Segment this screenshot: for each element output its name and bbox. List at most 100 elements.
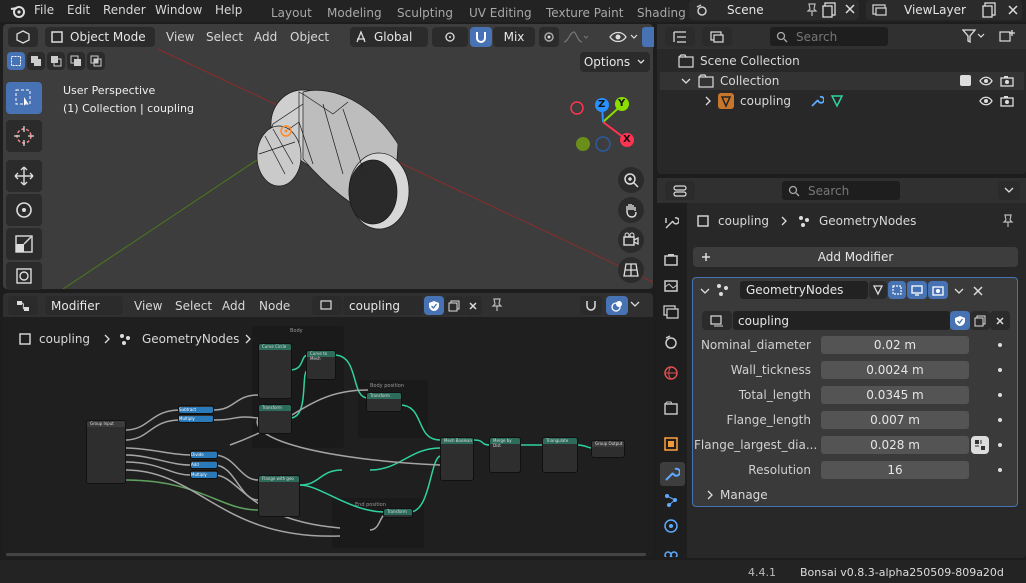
edit-mode-toggle[interactable] [869,281,887,299]
tab-output[interactable] [663,278,679,294]
node-flange-with-geo[interactable]: Flange with geo [258,475,300,517]
param-flange-length-field[interactable]: 0.007 m [821,411,969,429]
node-group-field[interactable]: coupling [733,311,950,330]
modifier-name-field[interactable]: GeometryNodes [740,281,868,299]
exclude-checkbox[interactable] [960,75,971,86]
pin-icon[interactable] [806,3,818,17]
view-layer-selector[interactable]: ViewLayer [866,0,1022,20]
output-icon [664,280,678,292]
node-group-input[interactable]: Group Input [86,420,126,484]
node-title-subtract: Subtract [179,407,213,413]
node-merge-by-distance[interactable]: Merge by Dist [489,437,521,473]
node-divide[interactable]: Divide [190,450,218,459]
param-total-length-field[interactable]: 0.0345 m [821,386,969,404]
param-wall-thickness-field[interactable]: 0.0024 m [821,361,969,379]
node-links [124,354,593,537]
node-triangulate[interactable]: Triangulate [542,437,578,473]
tab-world[interactable] [663,365,679,381]
node-multiply-2[interactable]: Multiply [190,470,218,479]
chevron-right-icon[interactable] [704,96,712,106]
outliner-search-input[interactable]: Search [770,27,888,46]
param-keyframe-dot[interactable] [998,443,1002,447]
param-resolution-field[interactable]: 16 [821,461,969,479]
tab-view-layer[interactable] [663,304,679,320]
geometry-nodes-icon [799,216,809,227]
node-transform-body[interactable]: Transform [258,404,292,434]
outliner-row-scene-collection[interactable]: Scene Collection [660,52,1024,70]
search-icon [776,31,788,42]
eye-icon[interactable] [979,75,993,87]
node-tree-icon [710,314,723,326]
properties-editor-type-button[interactable] [665,181,695,200]
filter-icon[interactable] [962,29,986,43]
tab-scene[interactable] [663,334,679,350]
chevron-down-icon[interactable] [681,76,691,86]
param-keyframe-dot[interactable] [998,393,1002,397]
properties-search-input[interactable]: Search [782,181,900,200]
on-cage-toggle[interactable] [888,281,906,299]
node-title-multiply-1: Multiply [179,416,213,422]
scene-collection-label: Scene Collection [700,54,800,68]
node-editor-scrollbar[interactable] [6,553,646,556]
manage-panel-toggle[interactable]: Manage [704,487,904,503]
editmode-icon [872,285,884,296]
mesh-data-icon[interactable] [830,94,844,108]
node-group-duplicate-button[interactable] [970,311,990,330]
properties-options-button[interactable] [998,181,1020,200]
tab-modifiers[interactable] [660,462,685,486]
outliner-editor-type-button[interactable] [665,27,695,46]
camera-icon[interactable] [1000,95,1014,107]
add-modifier-button[interactable]: Add Modifier [693,247,1018,267]
camera-icon[interactable] [1000,75,1014,87]
tab-particles[interactable] [663,492,679,508]
param-keyframe-dot[interactable] [998,418,1002,422]
eye-icon[interactable] [979,95,993,107]
new-collection-icon[interactable] [999,29,1015,43]
physics-icon [664,519,678,533]
delete-view-layer-icon[interactable] [1006,3,1020,17]
node-multiply-1[interactable]: Multiply [178,414,214,423]
node-transform-position[interactable]: Transform [366,392,402,412]
param-label-total-length: Total_length [738,388,811,402]
chevron-down-icon[interactable] [954,286,964,296]
node-mesh-boolean[interactable]: Mesh Boolean [440,437,474,481]
param-flange-largest-diameter-field[interactable]: 0.028 m [821,436,969,454]
node-group-fake-user-toggle[interactable] [950,311,970,330]
view-layer-icon [872,4,887,16]
param-keyframe-dot[interactable] [998,368,1002,372]
properties-icon [673,184,687,197]
param-keyframe-dot[interactable] [998,468,1002,472]
node-transform-end[interactable]: Transform [383,508,413,518]
node-subtract[interactable]: Subtract [178,405,214,414]
node-group-unlink-button[interactable] [990,311,1010,330]
new-view-layer-icon[interactable] [982,2,998,18]
tab-render[interactable] [663,252,679,268]
outliner-row-collection[interactable]: Collection [660,72,1024,90]
chevron-down-icon[interactable] [700,286,710,296]
node-curve-circle[interactable]: Curve Circle [258,343,292,399]
delete-scene-icon[interactable] [843,2,857,16]
node-curve-to-mesh[interactable]: Curve to Mesh [306,350,336,380]
new-scene-icon[interactable] [822,2,838,18]
attribute-toggle-button[interactable] [971,436,989,454]
tab-collection[interactable] [663,400,679,416]
tab-object[interactable] [663,436,679,452]
pin-icon[interactable] [1002,214,1014,228]
node-title-curve-to-mesh: Curve to Mesh [307,351,335,361]
tab-physics[interactable] [663,518,679,534]
node-add[interactable]: Add [190,460,218,469]
node-group-output[interactable]: Group Output [591,440,625,458]
display-mode-button[interactable] [702,27,732,46]
viewport-display-toggle[interactable] [907,281,927,299]
tab-tool[interactable] [663,215,679,231]
tab-constraints[interactable] [663,547,679,557]
wrench-icon[interactable] [810,94,824,108]
scene-icon [665,335,677,349]
param-keyframe-dot[interactable] [998,343,1002,347]
node-group-browse-button[interactable] [702,311,732,330]
param-nominal-diameter-field[interactable]: 0.02 m [821,336,969,354]
render-toggle[interactable] [928,281,948,299]
outliner-row-coupling[interactable]: coupling [660,92,1024,110]
particles-icon [665,494,677,507]
close-icon[interactable] [973,286,983,296]
